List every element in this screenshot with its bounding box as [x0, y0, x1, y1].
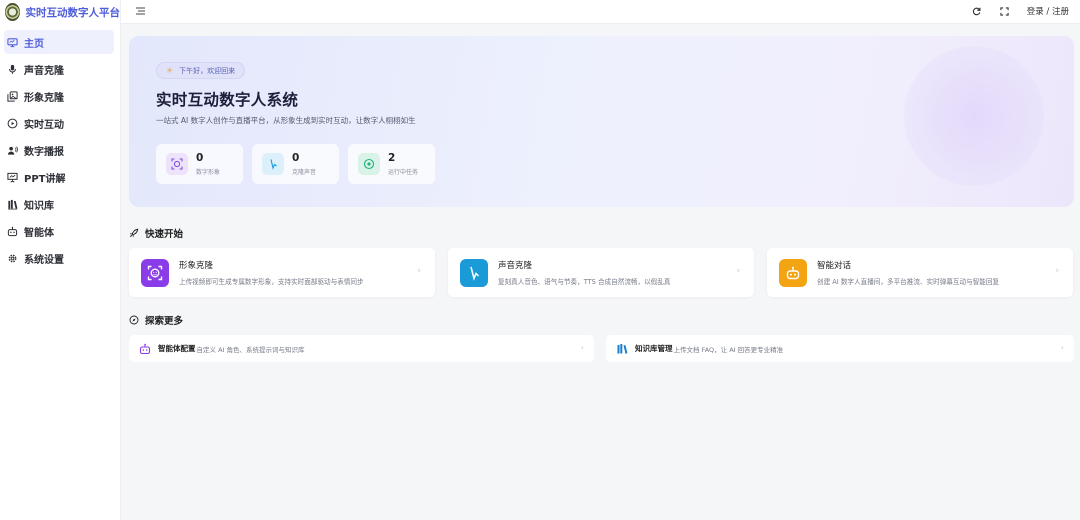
presentation-icon	[7, 172, 18, 183]
card-desc: 创建 AI 数字人直播间，多平台推流、实时弹幕互动与智能回复	[817, 278, 1000, 286]
quick-card-smart-chat[interactable]: 智能对话 创建 AI 数字人直播间，多平台推流、实时弹幕互动与智能回复 ›	[767, 248, 1073, 297]
sidebar-item-label: 系统设置	[24, 254, 64, 266]
explore-card-desc: 上传文档 FAQ，让 AI 回答更专业精准	[673, 345, 784, 354]
card-desc: 上传视频即可生成专属数字形象，支持实时面部驱动与表情同步	[179, 278, 364, 286]
stat-value: 2	[388, 152, 396, 164]
sidebar-item-label: PPT讲解	[24, 173, 66, 185]
stat-value: 0	[196, 152, 204, 164]
app-title: 实时互动数字人平台	[25, 6, 121, 19]
rocket-icon	[129, 228, 139, 238]
greeting-badge: ☀ 下午好，欢迎回来	[156, 62, 246, 79]
books-icon	[7, 199, 18, 210]
sidebar-item-avatar-clone[interactable]: 形象克隆	[4, 84, 114, 108]
stats-row: 0 数字形象 0 克隆声音 2 运行中任务	[156, 144, 444, 184]
hero-subtitle: 一站式 AI 数字人创作与直播平台，从形象生成到实时互动，让数字人栩栩如生	[156, 116, 416, 125]
hero-title: 实时互动数字人系统	[156, 91, 299, 109]
sidebar-item-home[interactable]: 主页	[4, 30, 114, 54]
sidebar-item-voice-clone[interactable]: 声音克隆	[4, 57, 114, 81]
stat-voices[interactable]: 0 克隆声音	[252, 144, 339, 184]
stat-running-tasks[interactable]: 2 运行中任务	[348, 144, 435, 184]
quick-start-heading: 快速开始	[129, 226, 183, 240]
fullscreen-icon[interactable]	[999, 6, 1010, 17]
sidebar-item-label: 声音克隆	[24, 65, 64, 77]
card-title: 智能对话	[817, 261, 852, 271]
login-register-link[interactable]: 登录 / 注册	[1027, 5, 1069, 17]
card-title: 声音克隆	[498, 261, 533, 271]
gear-icon	[7, 253, 18, 264]
quick-card-voice-clone[interactable]: 声音克隆 复刻真人音色、语气与节奏，TTS 合成自然流畅，以假乱真 ›	[448, 248, 754, 297]
explore-heading: 探索更多	[129, 313, 183, 327]
brand[interactable]: 实时互动数字人平台	[0, 0, 120, 24]
stat-value: 0	[292, 152, 300, 164]
explore-card-desc: 自定义 AI 角色、系统提示词与知识库	[196, 345, 305, 354]
explore-title: 探索更多	[145, 316, 184, 327]
robot-icon	[139, 343, 151, 355]
voice-wave-icon	[460, 258, 488, 287]
face-scan-icon	[166, 153, 188, 175]
menu-icon[interactable]	[134, 5, 146, 17]
broadcast-user-icon	[7, 145, 18, 156]
explore-card-agent-config[interactable]: 智能体配置 自定义 AI 角色、系统提示词与知识库 ›	[129, 335, 594, 362]
task-circle-icon	[358, 153, 380, 175]
microphone-icon	[7, 64, 18, 75]
logo	[5, 3, 20, 21]
hero-banner: ☀ 下午好，欢迎回来 实时互动数字人系统 一站式 AI 数字人创作与直播平台，从…	[129, 36, 1074, 207]
sidebar-item-label: 主页	[24, 38, 44, 50]
greeting-text: 下午好，欢迎回来	[179, 66, 236, 75]
sidebar-item-label: 实时互动	[24, 119, 64, 131]
topbar: 登录 / 注册	[121, 0, 1080, 24]
chevron-right-icon: ›	[736, 266, 740, 276]
compass-icon	[129, 315, 139, 325]
quick-card-avatar-clone[interactable]: 形象克隆 上传视频即可生成专属数字形象，支持实时面部驱动与表情同步 ›	[129, 248, 435, 297]
sidebar-item-label: 形象克隆	[24, 92, 64, 104]
sidebar-item-realtime[interactable]: 实时互动	[4, 111, 114, 135]
sidebar-item-broadcast[interactable]: 数字播报	[4, 138, 114, 162]
topbar-actions: 登录 / 注册	[971, 4, 1069, 18]
sidebar-item-agent[interactable]: 智能体	[4, 219, 114, 243]
stat-avatars[interactable]: 0 数字形象	[156, 144, 243, 184]
chevron-right-icon: ›	[1055, 266, 1059, 276]
card-desc: 复刻真人音色、语气与节奏，TTS 合成自然流畅，以假乱真	[498, 278, 671, 286]
face-scan-icon	[141, 258, 169, 287]
monitor-icon	[7, 37, 18, 48]
stat-label: 数字形象	[196, 169, 221, 176]
sidebar-item-knowledge[interactable]: 知识库	[4, 192, 114, 216]
explore-card-title: 智能体配置	[158, 344, 196, 353]
stat-label: 运行中任务	[388, 169, 419, 176]
play-circle-icon	[7, 118, 18, 129]
sidebar-item-label: 知识库	[24, 200, 54, 212]
main-content: ☀ 下午好，欢迎回来 实时互动数字人系统 一站式 AI 数字人创作与直播平台，从…	[121, 25, 1080, 520]
sidebar-nav: 主页 声音克隆 形象克隆 实时互动 数字播报 PPT讲解 知识库 智能体 系统设…	[0, 30, 120, 270]
sidebar-item-label: 数字播报	[24, 146, 64, 158]
stat-label: 克隆声音	[292, 169, 317, 176]
sun-icon: ☀	[166, 66, 174, 75]
chevron-right-icon: ›	[1060, 343, 1064, 352]
card-title: 形象克隆	[179, 261, 214, 271]
refresh-icon[interactable]	[971, 6, 982, 17]
explore-card-knowledge[interactable]: 知识库管理 上传文档 FAQ，让 AI 回答更专业精准 ›	[606, 335, 1074, 362]
chevron-right-icon: ›	[417, 266, 421, 276]
sidebar-item-ppt[interactable]: PPT讲解	[4, 165, 114, 189]
explore-card-title: 知识库管理	[635, 344, 673, 353]
sidebar-item-settings[interactable]: 系统设置	[4, 246, 114, 270]
books-icon	[616, 343, 628, 355]
voice-wave-icon	[262, 153, 284, 175]
quick-start-title: 快速开始	[145, 229, 184, 240]
robot-icon	[779, 258, 807, 287]
robot-icon	[7, 226, 18, 237]
chevron-right-icon: ›	[580, 343, 584, 352]
sidebar-item-label: 智能体	[24, 227, 54, 239]
sidebar: 实时互动数字人平台 主页 声音克隆 形象克隆 实时互动 数字播报 PPT讲解 知…	[0, 0, 121, 520]
image-stack-icon	[7, 90, 18, 102]
